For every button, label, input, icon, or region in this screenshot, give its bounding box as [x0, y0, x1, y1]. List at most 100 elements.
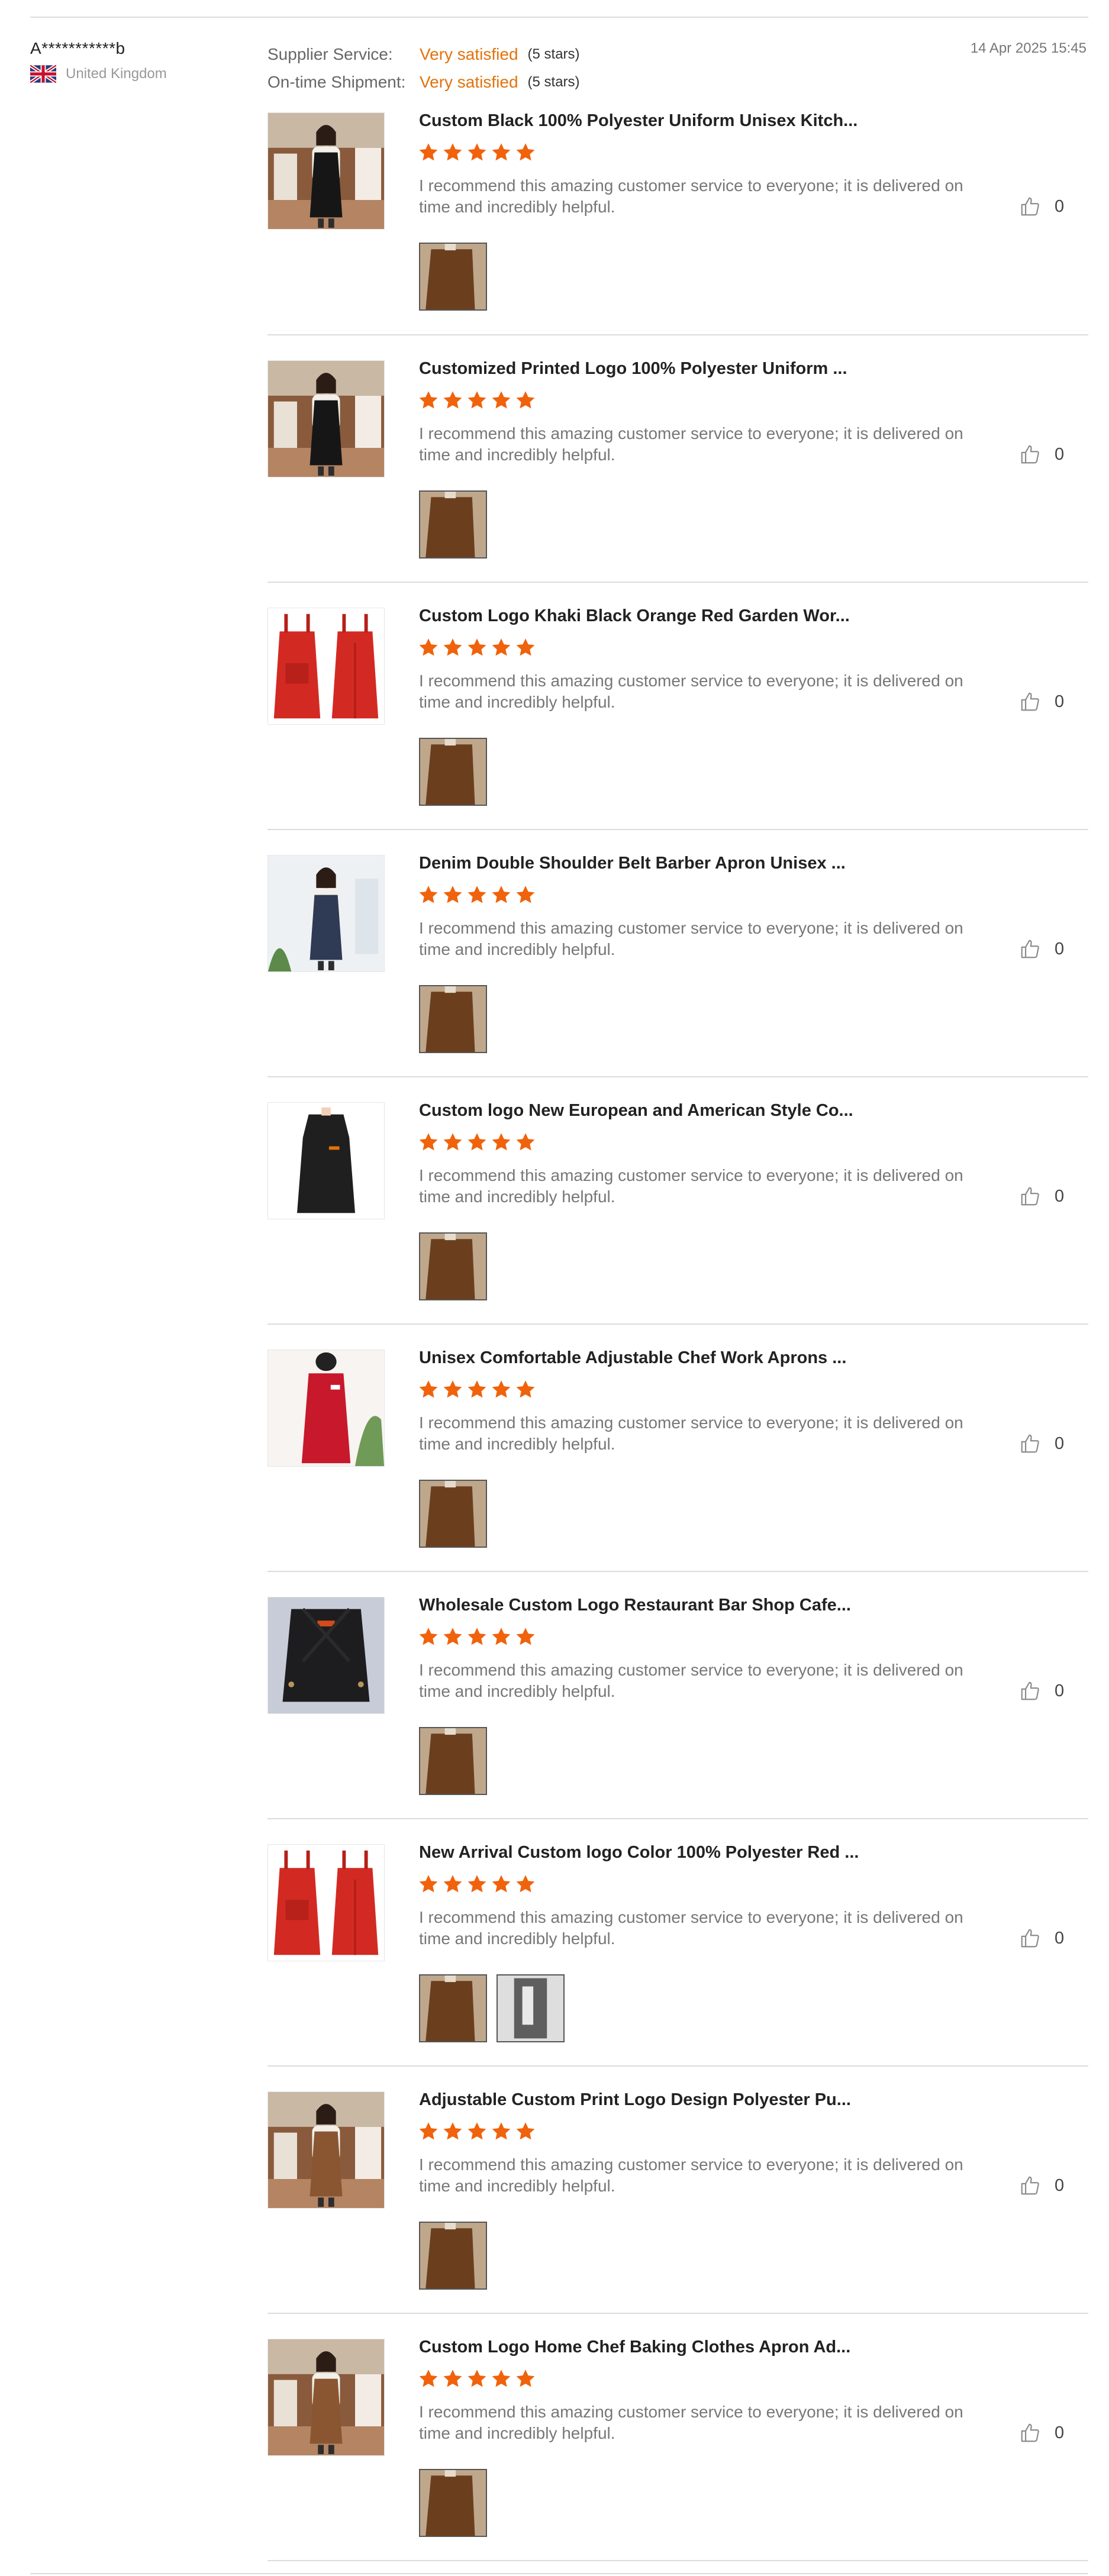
product-thumbnail[interactable]	[267, 360, 385, 477]
like-button[interactable]: 0	[1019, 195, 1064, 218]
star-icon	[492, 2122, 511, 2140]
star-icon	[419, 143, 438, 161]
thumbs-up-icon[interactable]	[1019, 1927, 1042, 1949]
reviewer-name: A***********b	[30, 39, 125, 57]
star-icon	[492, 1133, 511, 1151]
product-title[interactable]: Custom Logo Khaki Black Orange Red Garde…	[419, 606, 850, 626]
thumbs-up-icon[interactable]	[1019, 2422, 1042, 2444]
rating-value: Very satisfied	[420, 44, 518, 63]
star-icon	[516, 638, 535, 656]
star-icon	[443, 1380, 462, 1398]
review-item: Adjustable Custom Print Logo Design Poly…	[267, 2067, 1088, 2314]
review-item: Wholesale Custom Logo Restaurant Bar Sho…	[267, 1572, 1088, 1819]
reviewer-info: A***********b United Kingdom	[30, 39, 167, 83]
like-count: 0	[1055, 444, 1065, 464]
review-photo[interactable]	[419, 738, 487, 806]
product-thumbnail[interactable]	[267, 2091, 385, 2209]
review-item: Custom Black 100% Polyester Uniform Unis…	[267, 101, 1088, 335]
bottom-divider	[30, 2573, 1088, 2574]
rating-on-time-shipment: On-time Shipment: Very satisfied (5 star…	[267, 68, 580, 96]
star-icon	[468, 143, 486, 161]
review-photo[interactable]	[419, 1232, 487, 1300]
like-button[interactable]: 0	[1019, 1432, 1064, 1455]
product-rating	[418, 390, 536, 411]
review-photo[interactable]	[419, 2222, 487, 2290]
review-item: Denim Double Shoulder Belt Barber Apron …	[267, 830, 1088, 1077]
star-icon	[443, 143, 462, 161]
product-title[interactable]: Custom Black 100% Polyester Uniform Unis…	[419, 111, 857, 131]
product-thumbnail[interactable]	[267, 1102, 385, 1219]
star-icon	[468, 638, 486, 656]
product-thumbnail[interactable]	[267, 855, 385, 972]
review-photo[interactable]	[419, 243, 487, 311]
product-thumbnail[interactable]	[267, 2339, 385, 2456]
review-photo[interactable]	[419, 985, 487, 1053]
review-photo[interactable]	[419, 1727, 487, 1795]
thumbs-up-icon[interactable]	[1019, 1432, 1042, 1455]
thumbs-up-icon[interactable]	[1019, 195, 1042, 218]
review-text: I recommend this amazing customer servic…	[419, 1166, 963, 1206]
review-photo[interactable]	[419, 2469, 487, 2537]
product-thumbnail[interactable]	[267, 112, 385, 230]
star-icon	[492, 143, 511, 161]
star-icon	[419, 638, 438, 656]
like-button[interactable]: 0	[1019, 690, 1064, 713]
star-icon	[516, 1628, 535, 1645]
product-title[interactable]: Adjustable Custom Print Logo Design Poly…	[419, 2090, 851, 2110]
product-title[interactable]: Unisex Comfortable Adjustable Chef Work …	[419, 1348, 846, 1368]
review-photo[interactable]	[419, 490, 487, 559]
star-icon	[468, 1628, 486, 1645]
rating-value: Very satisfied	[420, 72, 518, 91]
star-icon	[492, 391, 511, 409]
product-thumbnail[interactable]	[267, 1350, 385, 1467]
product-title[interactable]: Denim Double Shoulder Belt Barber Apron …	[419, 854, 846, 873]
review-text: I recommend this amazing customer servic…	[419, 1661, 963, 1700]
like-button[interactable]: 0	[1019, 2174, 1064, 2197]
review-photos	[419, 243, 487, 311]
thumbs-up-icon[interactable]	[1019, 1185, 1042, 1208]
star-icon	[443, 638, 462, 656]
review-photos	[419, 1727, 487, 1795]
like-count: 0	[1055, 692, 1065, 711]
review-item: New Arrival Custom logo Color 100% Polye…	[267, 1819, 1088, 2067]
review-date: 14 Apr 2025 15:45	[970, 40, 1087, 56]
star-icon	[468, 2122, 486, 2140]
product-title[interactable]: Custom Logo Home Chef Baking Clothes Apr…	[419, 2338, 850, 2357]
review-photo[interactable]	[497, 1974, 565, 2042]
product-title[interactable]: Wholesale Custom Logo Restaurant Bar Sho…	[419, 1596, 851, 1615]
product-title[interactable]: Custom logo New European and American St…	[419, 1101, 853, 1121]
review-photos	[419, 490, 487, 559]
thumbs-up-icon[interactable]	[1019, 443, 1042, 466]
review-photos	[419, 2469, 487, 2537]
star-icon	[419, 2370, 438, 2387]
star-icon	[419, 2122, 438, 2140]
like-button[interactable]: 0	[1019, 938, 1064, 960]
product-thumbnail[interactable]	[267, 1844, 385, 1961]
product-rating	[418, 885, 536, 906]
product-thumbnail[interactable]	[267, 1597, 385, 1714]
uk-flag-icon	[30, 65, 56, 83]
like-button[interactable]: 0	[1019, 1680, 1064, 1702]
review-photo[interactable]	[419, 1480, 487, 1548]
like-button[interactable]: 0	[1019, 1185, 1064, 1208]
thumbs-up-icon[interactable]	[1019, 938, 1042, 960]
like-button[interactable]: 0	[1019, 2422, 1064, 2444]
reviewer-country: United Kingdom	[30, 65, 167, 83]
star-icon	[419, 391, 438, 409]
thumbs-up-icon[interactable]	[1019, 2174, 1042, 2197]
review-text: I recommend this amazing customer servic…	[419, 176, 963, 216]
star-icon	[419, 1133, 438, 1151]
review-item: Customized Printed Logo 100% Polyester U…	[267, 335, 1088, 583]
thumbs-up-icon[interactable]	[1019, 1680, 1042, 1702]
like-button[interactable]: 0	[1019, 443, 1064, 466]
review-text: I recommend this amazing customer servic…	[419, 919, 963, 958]
like-button[interactable]: 0	[1019, 1927, 1064, 1949]
review-photo[interactable]	[419, 1974, 487, 2042]
star-icon	[516, 391, 535, 409]
product-rating	[418, 1132, 536, 1153]
product-thumbnail[interactable]	[267, 608, 385, 725]
thumbs-up-icon[interactable]	[1019, 690, 1042, 713]
product-title[interactable]: New Arrival Custom logo Color 100% Polye…	[419, 1843, 859, 1862]
star-icon	[419, 886, 438, 903]
product-title[interactable]: Customized Printed Logo 100% Polyester U…	[419, 359, 847, 379]
